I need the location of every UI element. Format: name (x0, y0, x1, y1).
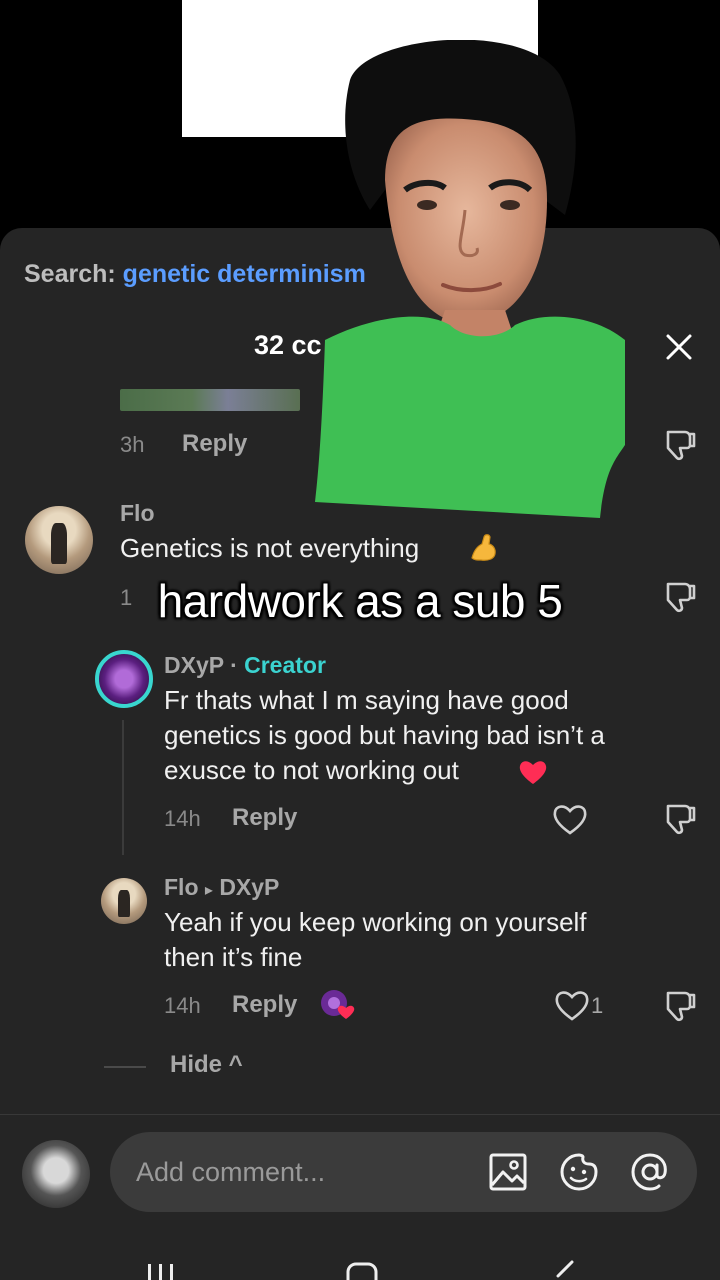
image-icon[interactable] (488, 1152, 528, 1192)
video-caption: hardwork as a sub 5 (157, 575, 563, 627)
comment-text-line: genetics is good but having bad isn’t a (164, 720, 605, 750)
thread-line (122, 720, 124, 855)
system-navbar (0, 1240, 720, 1280)
reply-button[interactable]: Reply (232, 991, 297, 1019)
creator-badge: Creator (244, 652, 326, 678)
back-icon[interactable] (552, 1260, 576, 1280)
creator-liked-icon (321, 990, 355, 1019)
comment-author[interactable]: DXyP (164, 652, 224, 678)
comment-time: 14h (164, 806, 201, 831)
comment-time: 3h (120, 432, 145, 457)
close-icon[interactable] (660, 328, 698, 366)
sticker-icon[interactable] (559, 1152, 599, 1192)
search-prefix: Search: (24, 260, 116, 288)
dislike-icon[interactable] (660, 798, 700, 838)
reply-button[interactable]: Reply (232, 804, 297, 832)
avatar[interactable] (25, 506, 93, 574)
creator-overlay-image (315, 40, 625, 518)
comment-text: Genetics is not everything (120, 533, 420, 563)
composer-divider (0, 1114, 720, 1115)
heart-icon[interactable] (552, 986, 592, 1026)
dislike-icon[interactable] (660, 985, 700, 1025)
recent-apps-icon[interactable] (145, 1262, 177, 1280)
home-icon[interactable] (345, 1262, 379, 1280)
comment-text-line: Fr thats what I m saying have good (164, 685, 569, 715)
avatar[interactable] (101, 878, 147, 924)
hide-divider (104, 1066, 146, 1068)
reply-author-line: DXyP · Creator (164, 652, 326, 679)
comment-author[interactable]: Flo (164, 874, 199, 900)
comment-image-thumbnail[interactable] (120, 389, 300, 411)
reply-author-line: Flo ▸ DXyP (164, 874, 279, 901)
like-count: 1 (591, 993, 604, 1018)
comment-text-line: then it’s fine (164, 942, 303, 972)
mention-icon[interactable] (630, 1152, 670, 1192)
comment-input[interactable] (136, 1132, 476, 1212)
comments-count: 32 cc (254, 330, 322, 360)
comment-author[interactable]: Flo (120, 500, 155, 527)
heart-icon[interactable] (550, 800, 590, 840)
avatar[interactable] (95, 650, 153, 708)
dislike-icon[interactable] (660, 424, 700, 464)
comment-text-line: Yeah if you keep working on yourself (164, 907, 587, 937)
red-heart-emoji (519, 761, 547, 784)
reply-arrow-icon: ▸ (204, 882, 213, 899)
comment-time: 14h (164, 993, 201, 1018)
hide-replies-button[interactable]: Hide ^ (170, 1051, 243, 1079)
comment-text: Yeah if you keep working on yourself the… (164, 905, 587, 975)
reply-button[interactable]: Reply (182, 430, 247, 458)
comment-composer[interactable] (110, 1132, 697, 1212)
avatar[interactable] (22, 1140, 90, 1208)
muscle-emoji (471, 534, 496, 561)
reply-to-author[interactable]: DXyP (219, 874, 279, 900)
name-separator: · (230, 652, 238, 678)
